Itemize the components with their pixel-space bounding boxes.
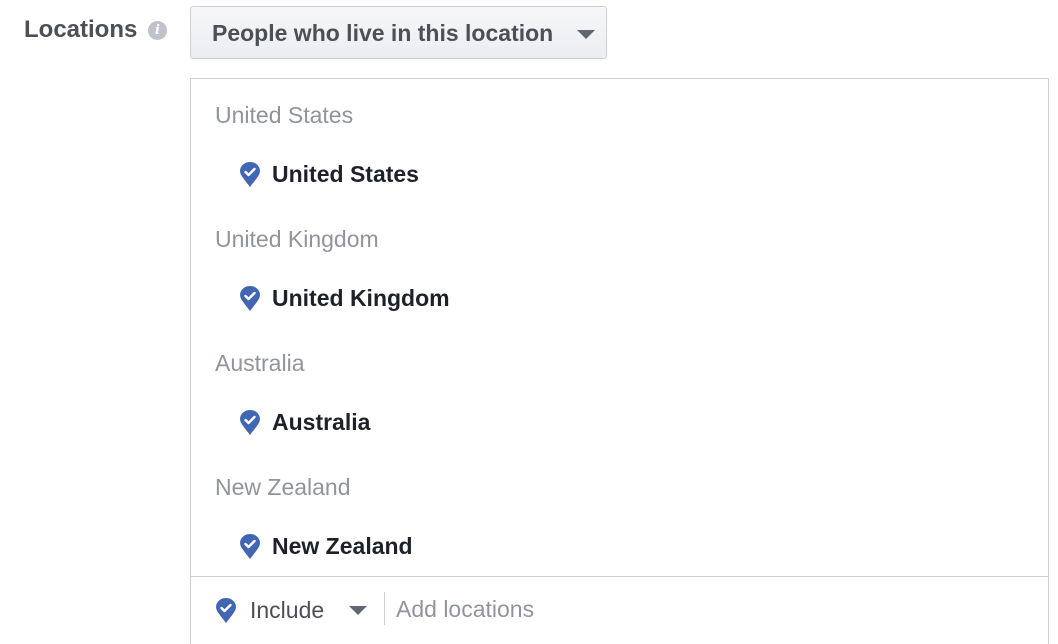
- chevron-down-icon: [349, 606, 367, 615]
- location-name: United States: [272, 161, 419, 187]
- location-name: Australia: [272, 409, 371, 435]
- location-pin-check-icon: [240, 162, 260, 187]
- location-name: United Kingdom: [272, 285, 450, 311]
- locations-label: Locations: [24, 16, 138, 43]
- location-type-selected: People who live in this location: [212, 20, 554, 46]
- include-exclude-dropdown[interactable]: Include: [215, 595, 373, 627]
- group-header-united-kingdom: United Kingdom: [215, 226, 379, 252]
- locations-targeting-section: Locations i People who live in this loca…: [0, 0, 1058, 644]
- group-header-australia: Australia: [215, 350, 305, 376]
- location-pin-check-icon: [240, 286, 260, 311]
- chevron-down-icon: [577, 30, 595, 39]
- location-pin-check-icon: [216, 598, 236, 623]
- group-header-new-zealand: New Zealand: [215, 474, 351, 500]
- include-label: Include: [250, 597, 325, 623]
- location-pin-check-icon: [240, 410, 260, 435]
- group-header-united-states: United States: [215, 102, 354, 128]
- location-type-dropdown[interactable]: People who live in this location: [190, 6, 607, 59]
- selected-locations-box: United States United States United Kingd…: [190, 78, 1049, 644]
- location-name: New Zealand: [272, 533, 413, 559]
- location-pin-check-icon: [240, 534, 260, 559]
- divider: [384, 592, 385, 625]
- add-locations-input[interactable]: [396, 591, 1016, 627]
- info-icon[interactable]: i: [148, 21, 167, 40]
- add-locations-bar: Include: [191, 576, 1048, 644]
